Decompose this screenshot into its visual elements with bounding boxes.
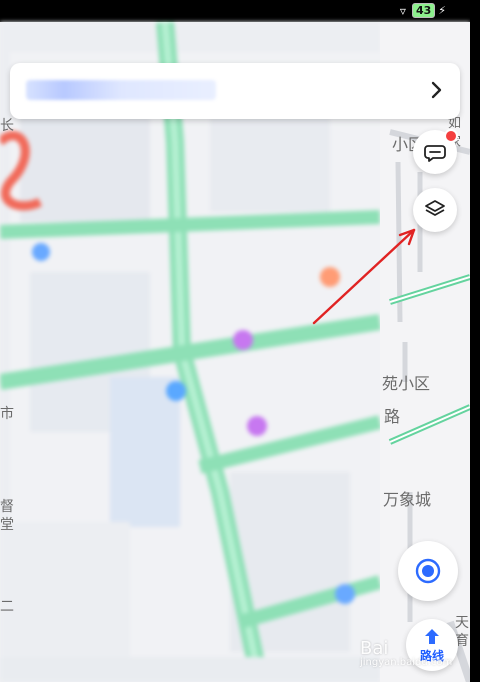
watermark-brand: Bai: [360, 638, 389, 659]
locate-button[interactable]: [398, 541, 458, 601]
watermark: Bai jingyan.baidu.com: [360, 638, 452, 668]
watermark-sub: jingyan.baidu.com: [360, 657, 453, 668]
locate-icon: [415, 558, 441, 584]
screen: ▿ 43 ⚡ 如 小区 苑小区 路 万象城 天 育 长 市 督 堂 二 路线 B…: [0, 0, 470, 682]
